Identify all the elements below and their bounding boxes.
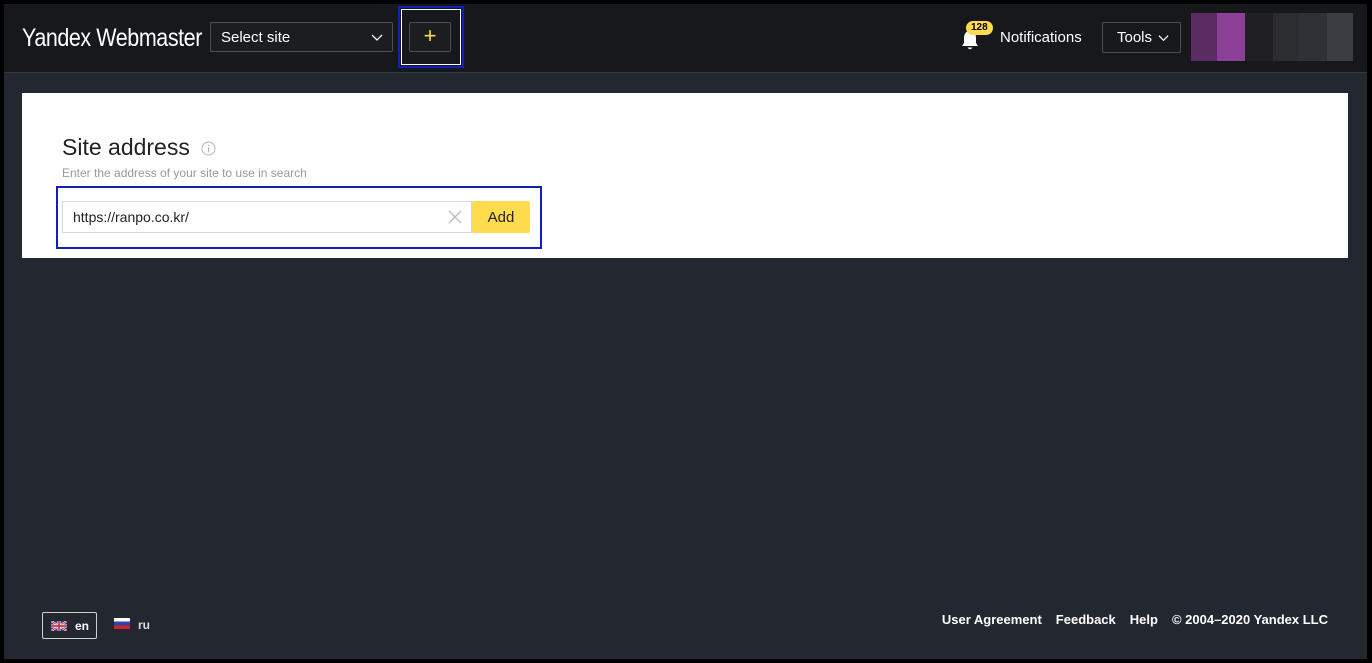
user-agreement-link[interactable]: User Agreement (942, 612, 1042, 627)
add-site-button[interactable]: + (409, 22, 451, 52)
app-frame: Yandex Webmaster Select site + 128 Notif… (4, 4, 1367, 659)
site-url-input[interactable] (62, 201, 472, 233)
tools-label: Tools (1117, 29, 1153, 46)
feedback-link[interactable]: Feedback (1056, 612, 1116, 627)
select-site-dropdown[interactable]: Select site (210, 22, 393, 52)
notification-count-badge: 128 (966, 21, 993, 35)
select-site-label: Select site (221, 29, 291, 46)
copyright-text: © 2004–2020 Yandex LLC (1171, 612, 1328, 627)
clear-icon[interactable] (447, 209, 463, 225)
notifications-link[interactable]: Notifications (1000, 29, 1082, 46)
chevron-down-icon (1158, 35, 1169, 42)
language-ru[interactable]: ru (114, 615, 164, 635)
uk-flag-icon (51, 621, 67, 631)
site-address-hint: Enter the address of your site to use in… (62, 166, 307, 180)
tools-dropdown[interactable]: Tools (1102, 22, 1181, 53)
language-en[interactable]: en (42, 612, 97, 639)
language-ru-code: ru (138, 618, 150, 632)
info-icon[interactable] (201, 141, 216, 156)
footer-links: User Agreement Feedback Help © 2004–2020… (942, 612, 1328, 627)
chevron-down-icon (371, 34, 383, 41)
help-link[interactable]: Help (1130, 612, 1158, 627)
language-en-code: en (75, 619, 90, 633)
user-avatar[interactable] (1191, 13, 1353, 61)
page-title: Site address (62, 134, 190, 160)
yandex-webmaster-logo[interactable]: Yandex Webmaster (22, 24, 202, 53)
site-address-card: Site address Enter the address of your s… (22, 93, 1348, 258)
top-bar: Yandex Webmaster Select site + 128 Notif… (4, 4, 1367, 73)
ru-flag-icon (114, 618, 130, 629)
add-button[interactable]: Add (472, 201, 530, 233)
